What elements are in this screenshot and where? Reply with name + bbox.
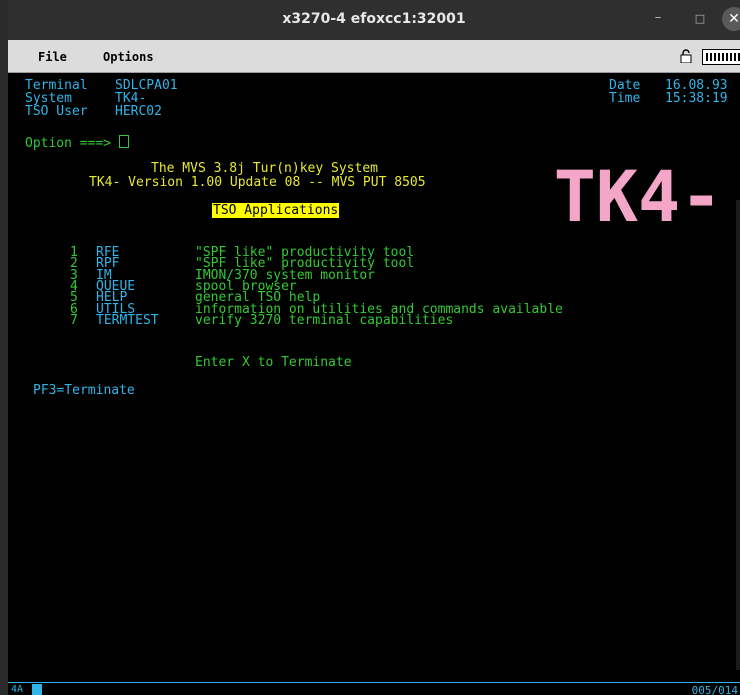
menu-item-name[interactable]: TERMTEST [96,314,159,327]
tso-user-value: HERC02 [115,104,162,119]
terminate-hint: Enter X to Terminate [195,355,352,370]
tk4-logo: TK4- [554,161,723,227]
menu-item-description: verify 3270 terminal capabilities [195,313,454,328]
title-bar: x3270-4 efoxcc1:32001 – □ ✕ [8,0,740,40]
menu-file[interactable]: File [38,50,67,64]
terminal-screen[interactable]: Terminal SDLCPA01 System TK4- TSO User H… [8,74,740,682]
minimize-button[interactable]: – [648,10,668,25]
status-line: 4A 005/014 [8,682,740,695]
cursor-position: 005/014 [691,684,738,695]
time-label: Time [609,91,641,106]
menu-bar: File Options [8,40,740,73]
time-value: 15:38:19 [665,91,728,106]
option-input[interactable] [118,135,129,148]
terminal-window: x3270-4 efoxcc1:32001 – □ ✕ File Options… [8,0,740,695]
option-prompt: Option ===> [25,135,129,150]
close-button[interactable]: ✕ [722,7,740,31]
svg-text:TK4-: TK4- [554,161,723,227]
window-title: x3270-4 efoxcc1:32001 [282,11,466,27]
menu-options[interactable]: Options [103,50,154,64]
status-cursor-block [32,684,42,695]
banner-line-2: TK4- Version 1.00 Update 08 -- MVS PUT 8… [89,175,426,190]
maximize-button[interactable]: □ [690,12,710,25]
pf3-terminate[interactable]: PF3=Terminate [33,384,135,397]
tso-user-label: TSO User [25,104,88,119]
status-indicator: 4A [11,684,24,695]
banner-line-1: The MVS 3.8j Tur(n)key System [151,161,378,176]
banner-heading: TSO Applications [212,203,340,218]
keyboard-icon[interactable] [702,49,740,65]
menu-item-number: 7 [70,313,78,328]
lock-icon[interactable] [680,49,692,63]
scrollbar[interactable] [736,200,740,670]
